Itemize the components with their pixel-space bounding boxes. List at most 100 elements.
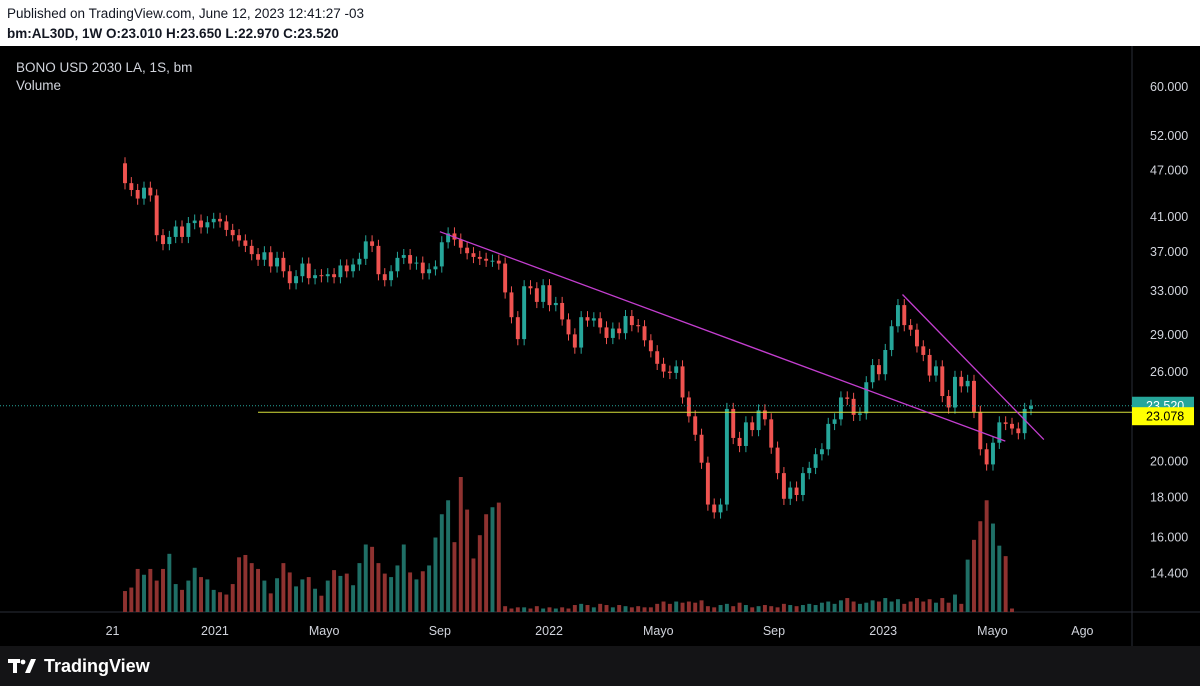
candle-body	[515, 317, 520, 340]
candle-body	[743, 422, 748, 446]
candle-body	[319, 275, 324, 277]
volume-bar	[389, 577, 394, 612]
volume-bar	[693, 602, 698, 612]
candle-body	[490, 260, 495, 262]
candle-body	[389, 271, 394, 281]
candle-body	[477, 256, 482, 259]
volume-bar	[522, 607, 527, 612]
candle-body	[655, 351, 660, 364]
volume-bar	[363, 544, 368, 612]
candle-body	[965, 380, 970, 387]
volume-bar	[819, 602, 824, 612]
volume-bar	[826, 601, 831, 612]
volume-bar	[490, 507, 495, 612]
candle-body	[161, 235, 165, 245]
candle-body	[332, 274, 337, 278]
candle-body	[129, 183, 134, 190]
volume-bar	[845, 598, 850, 612]
volume-bar	[382, 573, 387, 612]
time-tick-label: Ago	[1071, 624, 1093, 638]
volume-bar	[712, 607, 717, 612]
candle-body	[712, 504, 717, 513]
volume-bar	[446, 500, 451, 612]
time-tick-label: Mayo	[643, 624, 674, 638]
candle-body	[591, 318, 596, 321]
volume-bar	[357, 563, 362, 612]
candle-body	[566, 319, 571, 335]
candle-body	[781, 473, 786, 499]
volume-bar	[699, 600, 704, 612]
candle-body	[636, 325, 641, 327]
volume-bar	[889, 601, 894, 612]
candle-body	[579, 317, 584, 348]
volume-legend-label: Volume	[16, 78, 62, 93]
candle-body	[503, 263, 508, 293]
volume-bar	[420, 571, 425, 612]
candle-body	[123, 163, 127, 184]
candle-body	[699, 434, 704, 463]
candle-body	[978, 411, 983, 450]
candle-body	[883, 349, 888, 375]
volume-bar	[142, 574, 146, 612]
time-tick-label: 2021	[201, 624, 229, 638]
candle-body	[338, 265, 343, 278]
tradingview-icon	[8, 659, 36, 673]
volume-bar	[503, 606, 508, 612]
candle-body	[382, 274, 387, 281]
time-tick-label: 21	[106, 624, 120, 638]
volume-bar	[648, 607, 653, 612]
candle-body	[522, 286, 527, 340]
candle-body	[921, 346, 926, 355]
volume-bar	[1003, 556, 1008, 612]
candle-body	[889, 326, 894, 350]
support-price-value: 23.078	[1146, 410, 1184, 424]
candle-body	[756, 410, 761, 431]
volume-bar	[401, 544, 406, 612]
candle-body	[313, 275, 318, 279]
candle-body	[585, 317, 590, 321]
volume-bar	[332, 570, 337, 612]
volume-bar	[243, 554, 248, 612]
candle-body	[800, 473, 805, 495]
volume-bar	[395, 565, 400, 612]
price-chart[interactable]: 60.000 52.000 47.000 41.000 37.000 33.000 29.0…	[0, 0, 1200, 646]
price-tick-label: 16.000	[1150, 531, 1188, 545]
volume-bar	[471, 558, 476, 612]
volume-bar	[921, 601, 926, 612]
candle-body	[838, 397, 843, 420]
candle-body	[135, 189, 140, 199]
volume-bar	[972, 539, 976, 612]
candle-body	[180, 226, 184, 237]
volume-bar	[655, 603, 660, 612]
volume-bar	[794, 606, 799, 612]
volume-bar	[769, 606, 774, 612]
volume-bar	[161, 568, 165, 612]
candle-body	[370, 241, 375, 246]
candle-body	[832, 419, 837, 424]
candle-body	[262, 252, 267, 260]
volume-bar	[186, 580, 191, 612]
candle-body	[547, 285, 552, 306]
volume-bar	[807, 603, 812, 612]
candle-body	[439, 242, 444, 267]
price-tick-label: 37.000	[1150, 245, 1188, 259]
candle-body	[243, 240, 248, 246]
volume-bar	[838, 600, 843, 612]
candle-body	[199, 220, 203, 228]
volume-bar	[547, 607, 552, 612]
candle-body	[705, 462, 710, 505]
candle-body	[940, 366, 945, 397]
volume-bar	[674, 601, 679, 612]
volume-bar	[319, 595, 324, 612]
candle-body	[268, 252, 273, 267]
volume-bar	[211, 589, 216, 612]
candle-body	[959, 376, 964, 387]
volume-bar	[686, 601, 691, 612]
volume-bar	[154, 580, 159, 612]
candle-body	[953, 376, 957, 408]
footer-bar	[0, 646, 1200, 686]
volume-bar	[984, 500, 989, 612]
volume-bar	[205, 579, 210, 612]
price-tick-label: 29.000	[1150, 328, 1188, 342]
volume-bar	[528, 608, 533, 612]
